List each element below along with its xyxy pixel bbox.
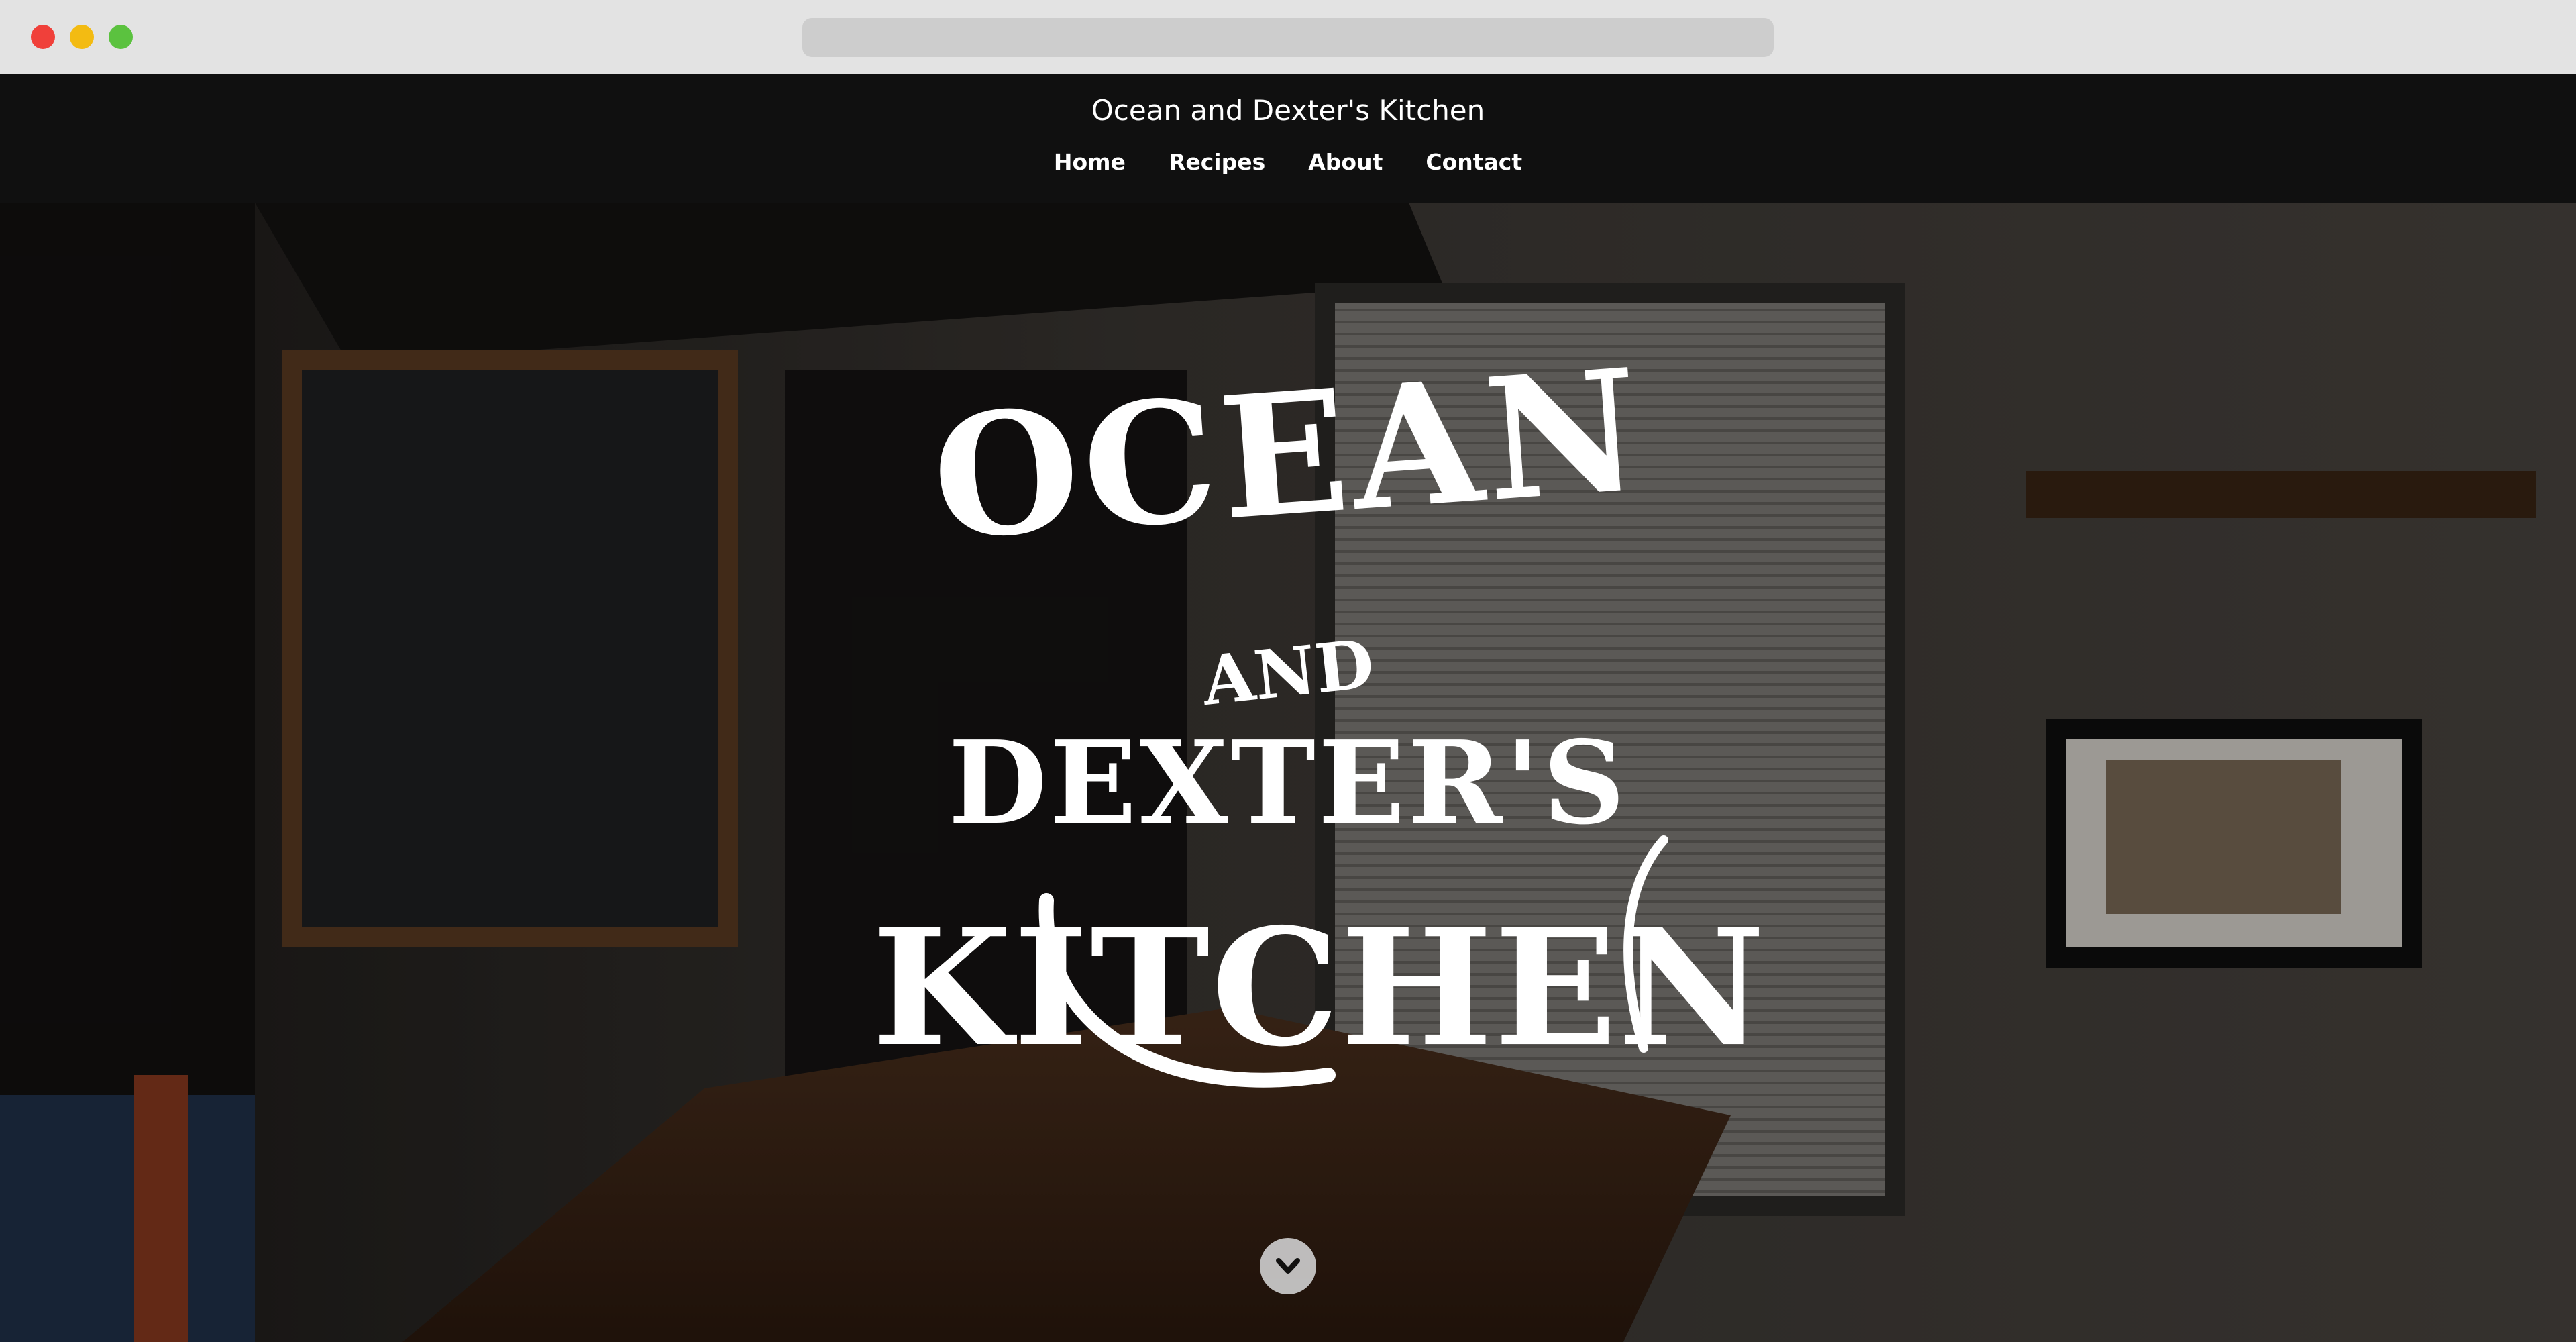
site-title[interactable]: Ocean and Dexter's Kitchen (0, 94, 2576, 127)
logo-swash (1038, 835, 1668, 1088)
nav-contact[interactable]: Contact (1426, 149, 1522, 175)
main-nav: Home Recipes About Contact (0, 149, 2576, 175)
address-bar[interactable] (802, 18, 1774, 57)
maximize-window-button[interactable] (109, 25, 133, 49)
hero-logo: OCEAN AND DEXTER'S KITCHEN (872, 323, 1766, 1115)
nav-recipes[interactable]: Recipes (1169, 149, 1265, 175)
browser-chrome (0, 0, 2576, 74)
nav-home[interactable]: Home (1054, 149, 1126, 175)
chevron-down-icon (1276, 1258, 1300, 1274)
hero-section: OCEAN AND DEXTER'S KITCHEN (0, 203, 2576, 1342)
close-window-button[interactable] (31, 25, 55, 49)
site-header: Ocean and Dexter's Kitchen Home Recipes … (0, 74, 2576, 203)
nav-about[interactable]: About (1308, 149, 1383, 175)
minimize-window-button[interactable] (70, 25, 94, 49)
scroll-down-button[interactable] (1260, 1238, 1316, 1294)
